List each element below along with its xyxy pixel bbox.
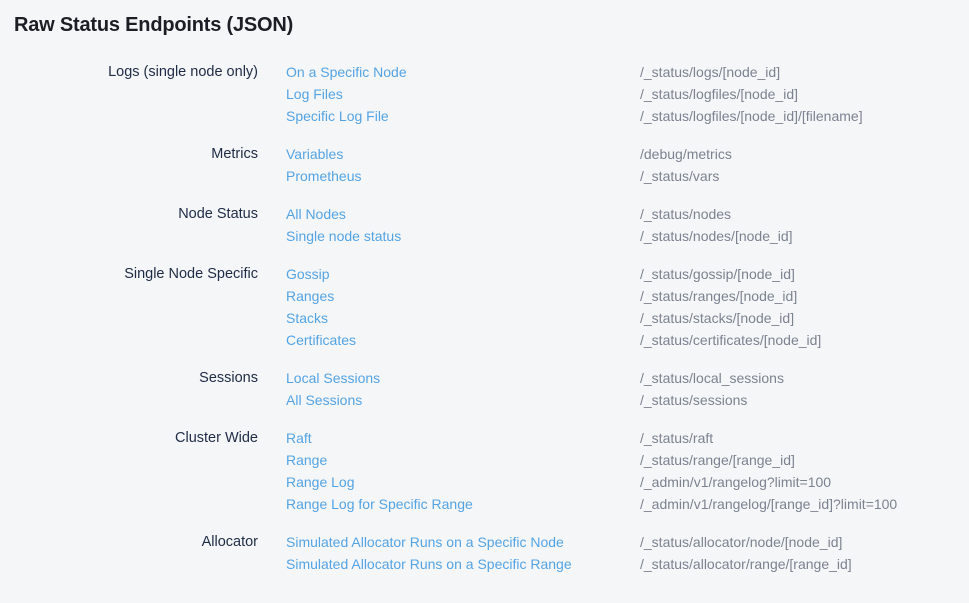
endpoint-group: Single Node Specific Gossip/_status/gossi… (14, 263, 969, 351)
endpoint-path: /_status/logs/[node_id] (640, 61, 780, 83)
endpoint-row: Specific Log File/_status/logfiles/[node… (286, 105, 969, 127)
endpoint-path: /_status/certificates/[node_id] (640, 329, 821, 351)
endpoint-link[interactable]: Ranges (286, 285, 640, 307)
endpoint-path: /_status/allocator/node/[node_id] (640, 531, 842, 553)
endpoint-link[interactable]: Specific Log File (286, 105, 640, 127)
page-title: Raw Status Endpoints (JSON) (14, 12, 969, 38)
endpoint-path: /_status/logfiles/[node_id] (640, 83, 798, 105)
category-label: Single Node Specific (14, 263, 258, 351)
endpoint-entries: All Nodes/_status/nodesSingle node statu… (286, 203, 969, 247)
endpoint-path: /debug/metrics (640, 143, 732, 165)
endpoint-link[interactable]: Gossip (286, 263, 640, 285)
category-label: Allocator (14, 531, 258, 575)
endpoint-link[interactable]: Raft (286, 427, 640, 449)
endpoint-path: /_status/stacks/[node_id] (640, 307, 794, 329)
endpoint-row: Variables/debug/metrics (286, 143, 969, 165)
endpoint-row: Raft/_status/raft (286, 427, 969, 449)
endpoint-path: /_status/ranges/[node_id] (640, 285, 797, 307)
endpoint-row: Simulated Allocator Runs on a Specific N… (286, 531, 969, 553)
endpoint-row: Gossip/_status/gossip/[node_id] (286, 263, 969, 285)
endpoint-group: Allocator Simulated Allocator Runs on a S… (14, 531, 969, 575)
endpoint-group: Cluster Wide Raft/_status/raftRange/_stat… (14, 427, 969, 515)
endpoint-row: Simulated Allocator Runs on a Specific R… (286, 553, 969, 575)
endpoint-entries: Simulated Allocator Runs on a Specific N… (286, 531, 969, 575)
endpoint-link[interactable]: On a Specific Node (286, 61, 640, 83)
endpoint-row: Log Files/_status/logfiles/[node_id] (286, 83, 969, 105)
category-label: Sessions (14, 367, 258, 411)
endpoint-path: /_status/sessions (640, 389, 747, 411)
endpoint-row: Local Sessions/_status/local_sessions (286, 367, 969, 389)
endpoint-row: Ranges/_status/ranges/[node_id] (286, 285, 969, 307)
endpoint-path: /_status/logfiles/[node_id]/[filename] (640, 105, 863, 127)
endpoint-link[interactable]: Simulated Allocator Runs on a Specific R… (286, 553, 640, 575)
endpoint-path: /_admin/v1/rangelog?limit=100 (640, 471, 831, 493)
endpoint-link[interactable]: Simulated Allocator Runs on a Specific N… (286, 531, 640, 553)
endpoint-entries: Gossip/_status/gossip/[node_id]Ranges/_s… (286, 263, 969, 351)
endpoint-row: Certificates/_status/certificates/[node_… (286, 329, 969, 351)
category-label: Node Status (14, 203, 258, 247)
endpoint-link[interactable]: Range Log (286, 471, 640, 493)
endpoint-row: Prometheus/_status/vars (286, 165, 969, 187)
raw-status-endpoints-page: Raw Status Endpoints (JSON) Logs (single… (0, 0, 969, 575)
endpoint-link[interactable]: Range Log for Specific Range (286, 493, 640, 515)
endpoint-entries: Variables/debug/metricsPrometheus/_statu… (286, 143, 969, 187)
endpoint-path: /_status/gossip/[node_id] (640, 263, 795, 285)
endpoint-group: Node Status All Nodes/_status/nodesSingle… (14, 203, 969, 247)
endpoint-row: Range Log for Specific Range/_admin/v1/r… (286, 493, 969, 515)
endpoint-row: All Nodes/_status/nodes (286, 203, 969, 225)
endpoint-link[interactable]: Local Sessions (286, 367, 640, 389)
endpoint-row: Single node status/_status/nodes/[node_i… (286, 225, 969, 247)
endpoint-row: Range/_status/range/[range_id] (286, 449, 969, 471)
endpoint-path: /_status/raft (640, 427, 713, 449)
endpoint-path: /_status/vars (640, 165, 719, 187)
endpoint-path: /_status/allocator/range/[range_id] (640, 553, 852, 575)
endpoint-entries: Raft/_status/raftRange/_status/range/[ra… (286, 427, 969, 515)
endpoint-entries: On a Specific Node/_status/logs/[node_id… (286, 61, 969, 127)
endpoint-entries: Local Sessions/_status/local_sessionsAll… (286, 367, 969, 411)
endpoint-link[interactable]: Log Files (286, 83, 640, 105)
endpoint-row: On a Specific Node/_status/logs/[node_id… (286, 61, 969, 83)
category-label: Logs (single node only) (14, 61, 258, 127)
endpoint-group: Sessions Local Sessions/_status/local_ses… (14, 367, 969, 411)
endpoint-path: /_status/local_sessions (640, 367, 784, 389)
endpoint-row: Stacks/_status/stacks/[node_id] (286, 307, 969, 329)
endpoint-link[interactable]: All Sessions (286, 389, 640, 411)
category-label: Metrics (14, 143, 258, 187)
endpoint-path: /_status/nodes/[node_id] (640, 225, 793, 247)
endpoint-link[interactable]: Variables (286, 143, 640, 165)
endpoint-link[interactable]: Certificates (286, 329, 640, 351)
endpoint-link[interactable]: Prometheus (286, 165, 640, 187)
endpoint-link[interactable]: Single node status (286, 225, 640, 247)
endpoint-row: Range Log/_admin/v1/rangelog?limit=100 (286, 471, 969, 493)
category-label: Cluster Wide (14, 427, 258, 515)
endpoint-link[interactable]: All Nodes (286, 203, 640, 225)
endpoint-group: Metrics Variables/debug/metricsPrometheus… (14, 143, 969, 187)
endpoint-path: /_status/nodes (640, 203, 731, 225)
endpoint-path: /_admin/v1/rangelog/[range_id]?limit=100 (640, 493, 897, 515)
endpoint-link[interactable]: Range (286, 449, 640, 471)
endpoint-row: All Sessions/_status/sessions (286, 389, 969, 411)
endpoint-group: Logs (single node only) On a Specific Nod… (14, 61, 969, 127)
endpoint-path: /_status/range/[range_id] (640, 449, 795, 471)
endpoint-link[interactable]: Stacks (286, 307, 640, 329)
endpoint-groups: Logs (single node only) On a Specific Nod… (14, 61, 969, 575)
